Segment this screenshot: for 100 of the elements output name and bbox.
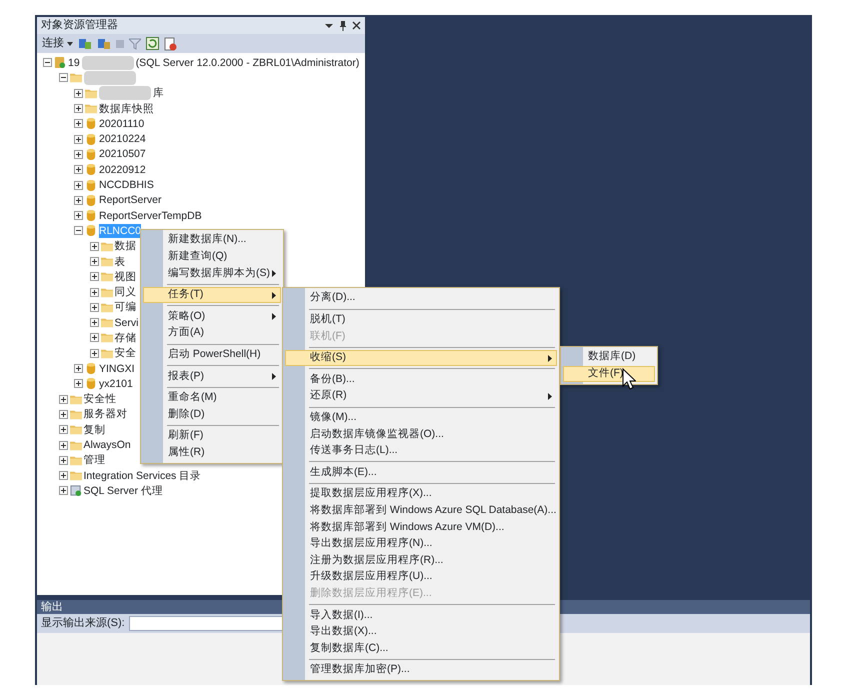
menu-item[interactable]: 传送事务日志(L)... xyxy=(285,442,557,460)
expand-icon[interactable] xyxy=(74,364,83,374)
activity-monitor-icon[interactable] xyxy=(164,36,177,50)
menu-item[interactable]: 镜像(M)... xyxy=(285,410,557,426)
connect-server-icon[interactable] xyxy=(78,36,92,50)
menu-item[interactable]: 方面(A) xyxy=(143,324,281,342)
expand-icon[interactable] xyxy=(58,486,68,496)
menu-item[interactable]: 管理数据库加密(P)... xyxy=(285,662,557,678)
expand-icon[interactable] xyxy=(90,318,98,328)
expand-icon[interactable] xyxy=(90,242,98,251)
expand-icon[interactable] xyxy=(74,104,83,114)
collapse-icon[interactable] xyxy=(74,226,83,236)
collapse-icon[interactable] xyxy=(43,58,52,68)
tree-item[interactable]: 19 xyxy=(68,56,80,70)
menu-item[interactable]: 新建数据库(N)... xyxy=(143,232,281,249)
expand-icon[interactable] xyxy=(90,272,98,282)
tree-item[interactable]: 管理 xyxy=(84,453,106,468)
refresh-icon[interactable] xyxy=(146,37,159,50)
menu-item[interactable]: 启动 PowerShell(H) xyxy=(143,346,281,364)
menu-item[interactable]: 删除(D) xyxy=(143,406,281,423)
menu-item[interactable]: 脱机(T) xyxy=(285,312,557,328)
tree-item[interactable]: 安全 xyxy=(114,346,136,360)
expand-icon[interactable] xyxy=(74,150,83,159)
menu-item[interactable]: 属性(R) xyxy=(143,444,281,462)
tree-item[interactable]: 20201110 xyxy=(99,116,144,131)
menu-item[interactable]: 导出数据层应用程序(N)... xyxy=(285,536,557,552)
tree-item[interactable]: 表 xyxy=(114,254,126,268)
tree-item[interactable]: 数据库快照 xyxy=(99,102,154,116)
menu-item[interactable]: 将数据库部署到 Windows Azure SQL Database(A)... xyxy=(285,502,557,520)
tree-item[interactable]: 服务器对 xyxy=(84,407,128,422)
tree-item[interactable]: 数据 xyxy=(114,239,136,254)
menu-item[interactable]: 复制数据库(C)... xyxy=(285,640,557,657)
tree-item[interactable]: 安全性 xyxy=(84,392,116,406)
pin-icon[interactable] xyxy=(338,20,346,31)
menu-item[interactable]: 分离(D)... xyxy=(285,290,557,307)
expand-icon[interactable] xyxy=(58,440,68,450)
expand-icon[interactable] xyxy=(90,348,98,358)
expand-icon[interactable] xyxy=(74,134,83,144)
menu-item[interactable]: 任务(T) xyxy=(143,286,281,304)
menu-item[interactable]: 重命名(M) xyxy=(143,390,281,406)
tree-item[interactable]: 库 xyxy=(153,86,164,100)
menu-item[interactable]: 升级数据层应用程序(U)... xyxy=(285,568,557,586)
collapse-icon[interactable] xyxy=(58,73,68,82)
menu-item[interactable]: 策略(O) xyxy=(143,308,281,325)
menu-item[interactable]: 生成脚本(E)... xyxy=(285,464,557,481)
tree-item[interactable]: ReportServer xyxy=(99,193,162,208)
expand-icon[interactable] xyxy=(58,471,68,480)
menu-item[interactable]: 收缩(S) xyxy=(285,350,557,366)
disconnect-server-icon[interactable] xyxy=(96,36,111,50)
tree-item[interactable]: Servi xyxy=(114,316,138,330)
menu-item[interactable]: 备份(B)... xyxy=(285,371,557,388)
tree-item[interactable]: 20210507 xyxy=(99,147,146,162)
expand-icon[interactable] xyxy=(90,288,98,297)
expand-icon[interactable] xyxy=(90,333,98,342)
tree-item[interactable]: Integration Services 目录 xyxy=(84,468,202,483)
submenu-arrow-icon xyxy=(548,392,552,400)
tree-item[interactable]: 存储 xyxy=(114,330,136,345)
tree-item[interactable]: 20220912 xyxy=(99,162,146,177)
database-icon xyxy=(85,209,97,222)
menu-item[interactable]: 新建查询(Q) xyxy=(143,248,281,266)
menu-item[interactable]: 报表(P) xyxy=(143,368,281,385)
tree-item[interactable]: YINGXI xyxy=(99,362,135,376)
menu-item[interactable]: 将数据库部署到 Windows Azure VM(D)... xyxy=(285,519,557,536)
expand-icon[interactable] xyxy=(58,425,68,434)
expand-icon[interactable] xyxy=(58,456,68,465)
expand-icon[interactable] xyxy=(74,180,83,190)
expand-icon[interactable] xyxy=(58,394,68,404)
menu-item[interactable]: 启动数据库镜像监视器(O)... xyxy=(285,426,557,443)
dropdown-icon[interactable] xyxy=(325,22,333,28)
menu-item[interactable]: 还原(R) xyxy=(285,388,557,405)
tree-item[interactable]: AlwaysOn xyxy=(84,438,131,452)
expand-icon[interactable] xyxy=(74,88,83,98)
tree-item[interactable]: 复制 xyxy=(84,422,106,437)
tree-item[interactable]: ReportServerTempDB xyxy=(99,208,202,223)
tree-item[interactable]: 20210224 xyxy=(99,132,146,146)
expand-icon[interactable] xyxy=(90,302,98,312)
tree-item[interactable]: 同义 xyxy=(114,285,136,300)
menu-item[interactable]: 刷新(F) xyxy=(143,428,281,445)
menu-item[interactable]: 数据库(D) xyxy=(563,349,655,366)
tree-item[interactable]: 视图 xyxy=(114,270,136,284)
database-icon xyxy=(85,224,97,238)
expand-icon[interactable] xyxy=(74,119,83,128)
menu-item[interactable]: 文件(F) xyxy=(563,366,655,382)
tree-item[interactable]: yx2101 xyxy=(99,376,133,391)
submenu-arrow-icon xyxy=(548,354,552,362)
expand-icon[interactable] xyxy=(90,257,98,266)
tree-item[interactable]: SQL Server 代理 xyxy=(84,484,163,498)
expand-icon[interactable] xyxy=(74,379,83,388)
tree-item[interactable]: 可编 xyxy=(114,300,136,314)
menu-item[interactable]: 导出数据(X)... xyxy=(285,624,557,640)
menu-item[interactable]: 编写数据库脚本为(S) xyxy=(143,265,281,282)
expand-icon[interactable] xyxy=(74,165,83,174)
expand-icon[interactable] xyxy=(74,211,83,220)
menu-item[interactable]: 注册为数据层应用程序(R)... xyxy=(285,552,557,569)
tree-item[interactable]: NCCDBHIS xyxy=(99,178,154,192)
connect-button[interactable]: 连接 xyxy=(42,35,73,52)
close-icon[interactable] xyxy=(352,21,361,30)
expand-icon[interactable] xyxy=(74,196,83,205)
menu-item[interactable]: 提取数据层应用程序(X)... xyxy=(285,486,557,503)
expand-icon[interactable] xyxy=(58,410,68,419)
